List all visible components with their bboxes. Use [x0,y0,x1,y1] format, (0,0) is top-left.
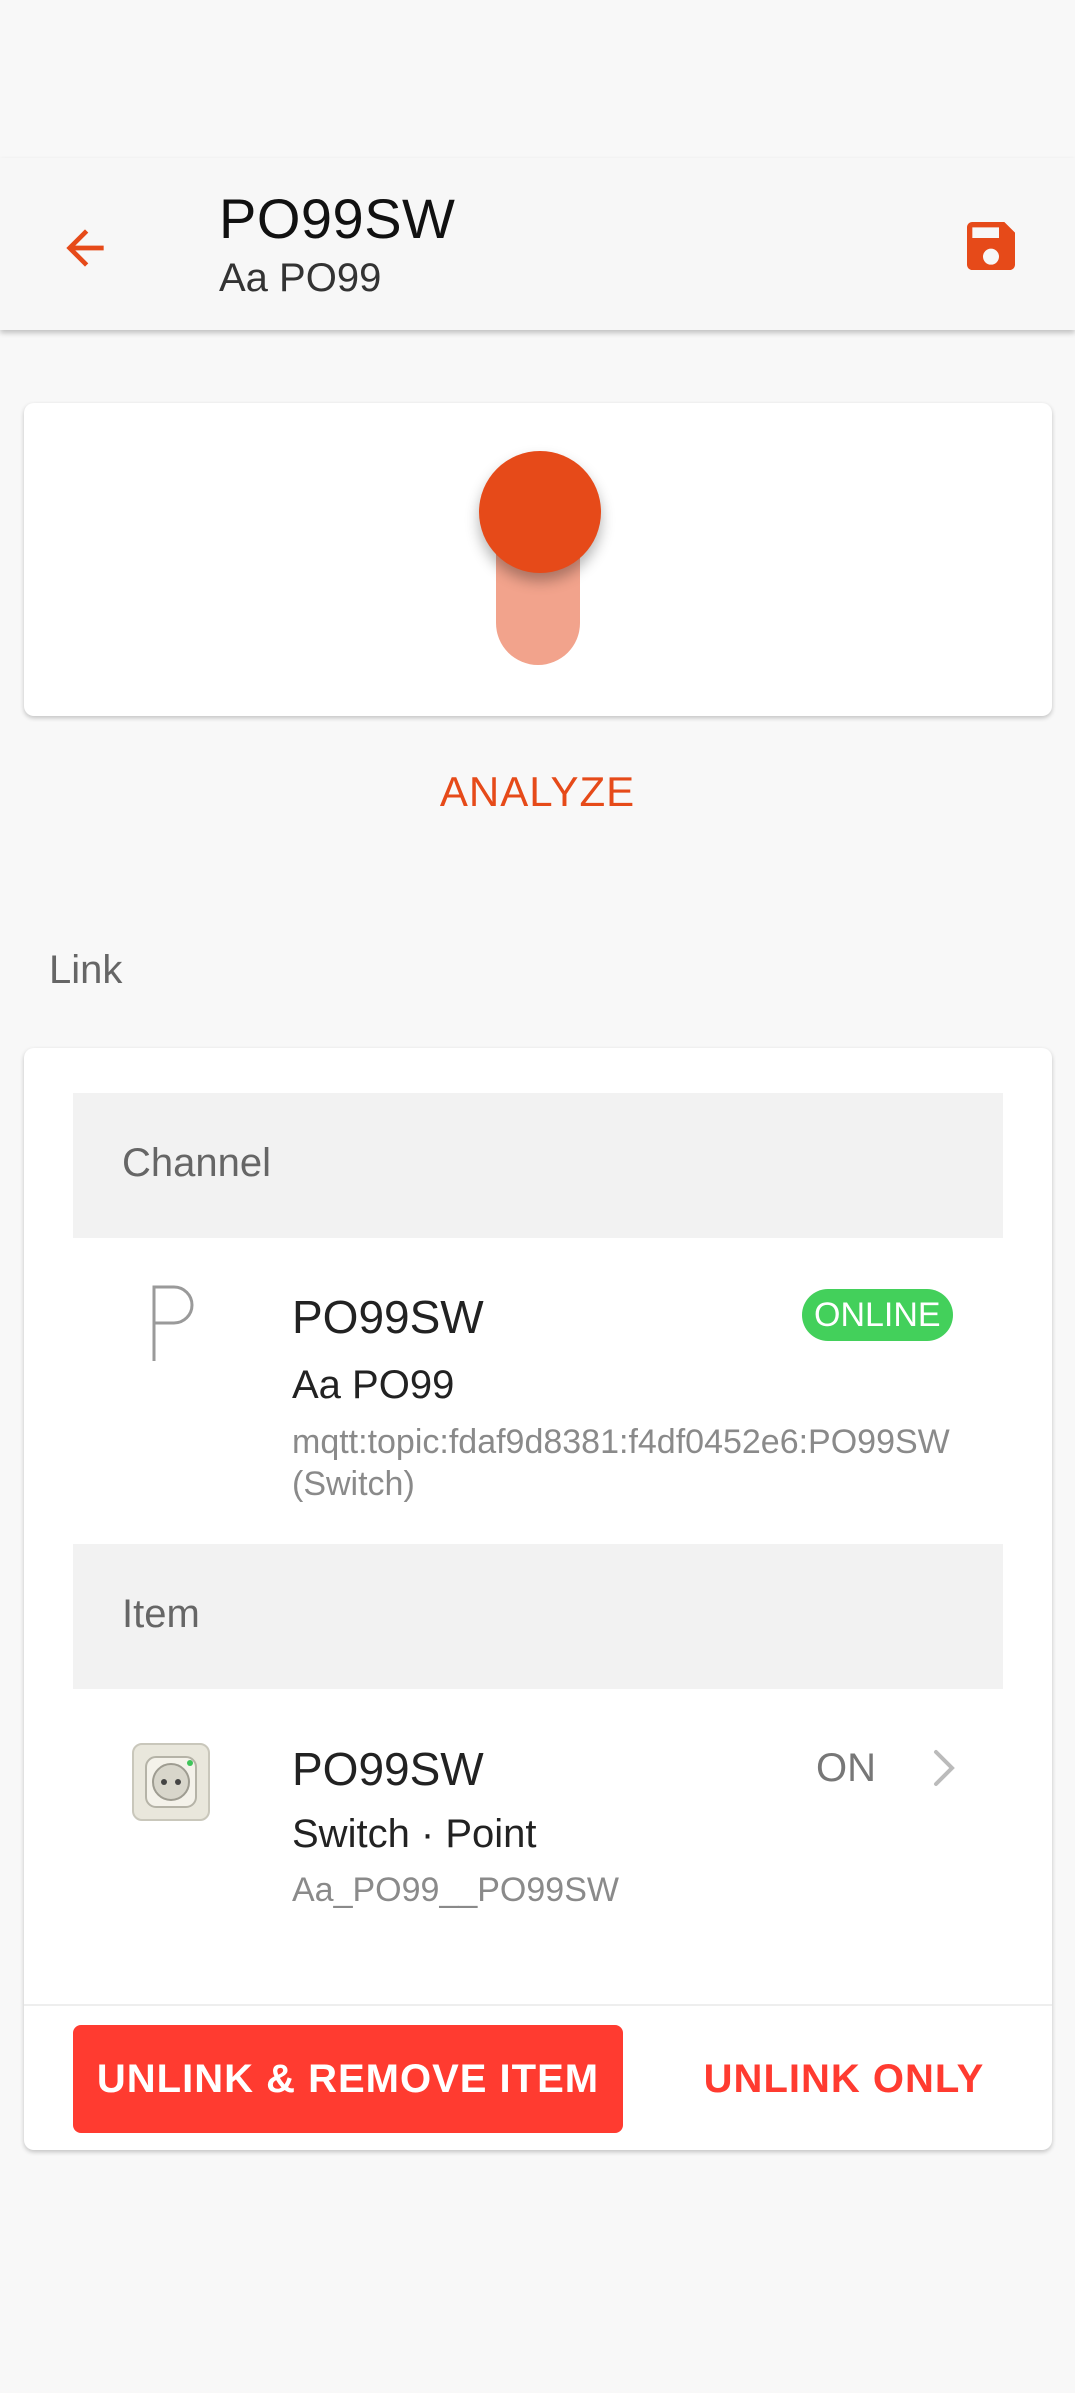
item-name: Aa_PO99__PO99SW [292,1871,619,1909]
item-group-header: Item [73,1544,1003,1689]
channel-group-header: Channel [73,1093,1003,1238]
status-bar [0,0,1075,158]
save-button[interactable] [955,210,1027,282]
channel-subtitle: Aa PO99 [292,1363,455,1407]
link-section-label: Link [49,948,123,992]
item-title[interactable]: PO99SW [292,1742,484,1796]
floppy-disk-icon [967,222,1015,270]
app-bar: PO99SW Aa PO99 [0,158,1075,330]
link-card: Channel PO99SW ONLINE Aa PO99 mqtt:topic… [24,1048,1052,2150]
page-subtitle: Aa PO99 [219,256,382,300]
toggle-card [24,403,1052,716]
unlink-remove-item-button[interactable]: UNLINK & REMOVE ITEM [73,2025,623,2133]
channel-type: (Switch) [292,1465,415,1503]
unlink-only-button[interactable]: UNLINK ONLY [664,2025,1024,2133]
toggle-switch-knob[interactable] [479,451,601,573]
power-outlet-icon [132,1743,210,1821]
arrow-left-icon [66,229,104,267]
item-state: ON [816,1746,876,1790]
status-badge: ONLINE [802,1289,953,1341]
channel-uid: mqtt:topic:fdaf9d8381:f4df0452e6:PO99SW [292,1423,950,1461]
analyze-button[interactable]: ANALYZE [0,768,1075,828]
divider [24,2004,1052,2006]
item-header-label: Item [122,1592,200,1636]
channel-title[interactable]: PO99SW [292,1290,484,1344]
page-title: PO99SW [219,187,456,250]
back-button[interactable] [50,213,120,283]
chevron-right-icon[interactable] [924,1742,964,1794]
letter-p-icon [152,1285,194,1361]
item-subtitle: Switch · Point [292,1812,537,1856]
channel-header-label: Channel [122,1141,272,1185]
